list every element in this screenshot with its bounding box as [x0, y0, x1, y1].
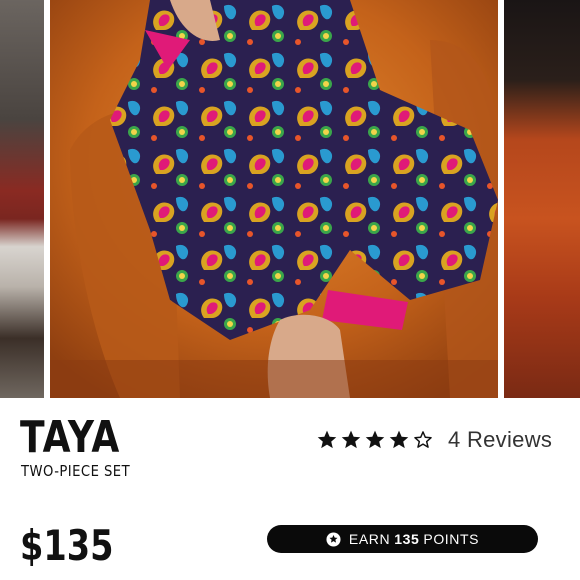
star-outline-icon	[414, 431, 432, 448]
pajama-photo	[50, 0, 498, 398]
star-filled-icon	[341, 430, 361, 449]
earn-points-value: 135	[394, 531, 420, 547]
previous-slide-image[interactable]	[0, 0, 44, 398]
star-filled-icon	[389, 430, 409, 449]
star-filled-icon	[365, 430, 385, 449]
star-circle-icon	[326, 531, 341, 547]
next-slide-image[interactable]	[504, 0, 580, 398]
earn-suffix: POINTS	[423, 531, 480, 547]
earn-points-badge[interactable]: EARN 135 POINTS	[267, 525, 538, 553]
reviews-link[interactable]: 4 Reviews	[448, 427, 552, 453]
star-rating[interactable]: 4 Reviews	[316, 426, 552, 454]
product-price: $135	[20, 521, 114, 570]
star-filled-icon	[317, 430, 337, 449]
product-name: TAYA	[20, 412, 121, 463]
product-subtitle: TWO-PIECE SET	[21, 462, 131, 480]
product-image-carousel[interactable]	[0, 0, 580, 398]
product-info: TAYA TWO-PIECE SET 4 Reviews $135 EARN 1…	[0, 398, 580, 580]
main-product-image[interactable]	[50, 0, 498, 398]
earn-prefix: EARN	[348, 531, 391, 547]
